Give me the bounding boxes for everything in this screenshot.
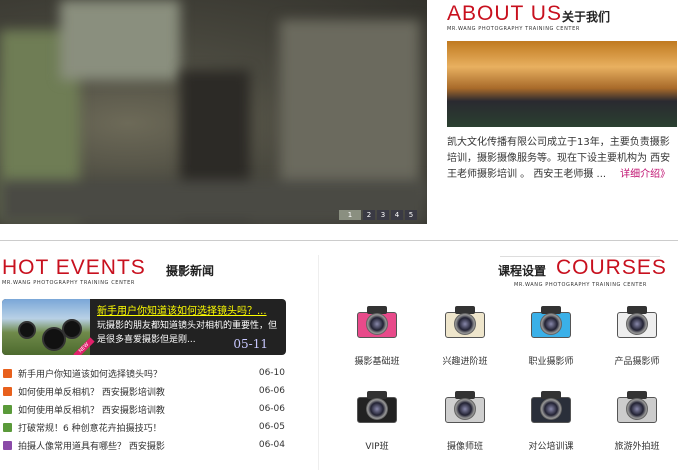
about-title-en: ABOUT US bbox=[447, 2, 562, 25]
news-title[interactable]: 如何使用单反相机？ 西安摄影培训教 bbox=[18, 403, 165, 416]
course-label: VIP班 bbox=[365, 442, 389, 452]
news-title[interactable]: 拍摄人像常用道具有哪些？ 西安摄影 bbox=[18, 439, 165, 452]
news-date: 06-06 bbox=[258, 386, 285, 396]
news-bullet-icon bbox=[3, 422, 12, 432]
news-item[interactable]: 如何使用单反相机？ 西安摄影培训教 06-06 bbox=[3, 401, 285, 417]
slider-page-4[interactable]: 4 bbox=[391, 210, 403, 220]
courses-title-cn: 课程设置 bbox=[498, 264, 547, 278]
course-label: 旅游外拍班 bbox=[614, 442, 660, 452]
about-title-cn: 关于我们 bbox=[562, 10, 611, 24]
news-item[interactable]: 如何使用单反相机？ 西安摄影培训教 06-06 bbox=[3, 383, 285, 399]
camera-icon bbox=[611, 300, 663, 344]
news-bullet-icon bbox=[3, 368, 12, 378]
column-divider bbox=[318, 255, 319, 470]
course-label: 摄影基础班 bbox=[354, 357, 400, 367]
featured-news-image: NEW bbox=[2, 299, 95, 355]
course-label: 职业摄影师 bbox=[528, 357, 574, 367]
hot-title-en: HOT EVENTS bbox=[2, 256, 146, 279]
news-date: 06-05 bbox=[258, 422, 285, 432]
courses-title-en: COURSES bbox=[556, 256, 667, 279]
courses-subtitle: MR.WANG PHOTOGRAPHY TRAINING CENTER bbox=[514, 282, 647, 288]
news-date: 06-10 bbox=[258, 368, 285, 378]
new-badge: NEW bbox=[73, 337, 95, 355]
course-label: 兴趣进阶班 bbox=[442, 357, 488, 367]
course-item[interactable]: 旅游外拍班 bbox=[597, 385, 677, 452]
camera-icon bbox=[525, 385, 577, 429]
hot-subtitle: MR.WANG PHOTOGRAPHY TRAINING CENTER bbox=[2, 280, 135, 286]
course-label: 产品摄影师 bbox=[614, 357, 660, 367]
slider-page-1[interactable]: 1 bbox=[339, 210, 361, 220]
course-item[interactable]: VIP班 bbox=[337, 385, 417, 452]
news-date: 06-04 bbox=[258, 440, 285, 450]
course-item[interactable]: 摄影基础班 bbox=[337, 300, 417, 367]
camera-icon bbox=[439, 385, 491, 429]
news-date: 06-06 bbox=[258, 404, 285, 414]
course-label: 对公培训课 bbox=[528, 442, 574, 452]
camera-icon bbox=[351, 385, 403, 429]
featured-news[interactable]: NEW 新手用户你知道该如何选择镜头吗？... 玩摄影的朋友都知道镜头对相机的重… bbox=[2, 299, 286, 355]
about-more-link[interactable]: 详细介绍》 bbox=[620, 169, 670, 180]
news-item[interactable]: 拍摄人像常用道具有哪些？ 西安摄影 06-04 bbox=[3, 437, 285, 453]
hot-title-cn: 摄影新闻 bbox=[166, 264, 215, 278]
featured-news-title[interactable]: 新手用户你知道该如何选择镜头吗？... bbox=[97, 302, 267, 317]
news-bullet-icon bbox=[3, 404, 12, 414]
news-item[interactable]: 打破常规！6 种创意花卉拍摄技巧！ 06-05 bbox=[3, 419, 285, 435]
course-item[interactable]: 职业摄影师 bbox=[511, 300, 591, 367]
course-item[interactable]: 产品摄影师 bbox=[597, 300, 677, 367]
camera-icon bbox=[525, 300, 577, 344]
featured-news-date: 05-11 bbox=[233, 337, 268, 351]
camera-icon bbox=[439, 300, 491, 344]
news-bullet-icon bbox=[3, 440, 12, 450]
slider-pager: 1 2 3 4 5 bbox=[339, 210, 417, 220]
section-divider bbox=[0, 240, 678, 241]
course-item[interactable]: 摄像师班 bbox=[425, 385, 505, 452]
camera-icon bbox=[351, 300, 403, 344]
slider-page-2[interactable]: 2 bbox=[363, 210, 375, 220]
news-title[interactable]: 新手用户你知道该如何选择镜头吗？ bbox=[18, 367, 162, 380]
course-label: 摄像师班 bbox=[446, 442, 483, 452]
about-subtitle: MR.WANG PHOTOGRAPHY TRAINING CENTER bbox=[447, 26, 580, 32]
about-photo bbox=[447, 41, 677, 127]
news-title[interactable]: 打破常规！6 种创意花卉拍摄技巧！ bbox=[18, 421, 162, 434]
course-item[interactable]: 对公培训课 bbox=[511, 385, 591, 452]
photo-slider[interactable]: 1 2 3 4 5 bbox=[0, 0, 427, 224]
slider-page-3[interactable]: 3 bbox=[377, 210, 389, 220]
course-item[interactable]: 兴趣进阶班 bbox=[425, 300, 505, 367]
camera-icon bbox=[611, 385, 663, 429]
news-item[interactable]: 新手用户你知道该如何选择镜头吗？ 06-10 bbox=[3, 365, 285, 381]
about-text: 凯大文化传播有限公司成立于13年，主要负责摄影培训，摄影摄像服务等。现在下设主要… bbox=[447, 135, 677, 183]
news-title[interactable]: 如何使用单反相机？ 西安摄影培训教 bbox=[18, 385, 165, 398]
slider-page-5[interactable]: 5 bbox=[405, 210, 417, 220]
news-bullet-icon bbox=[3, 386, 12, 396]
